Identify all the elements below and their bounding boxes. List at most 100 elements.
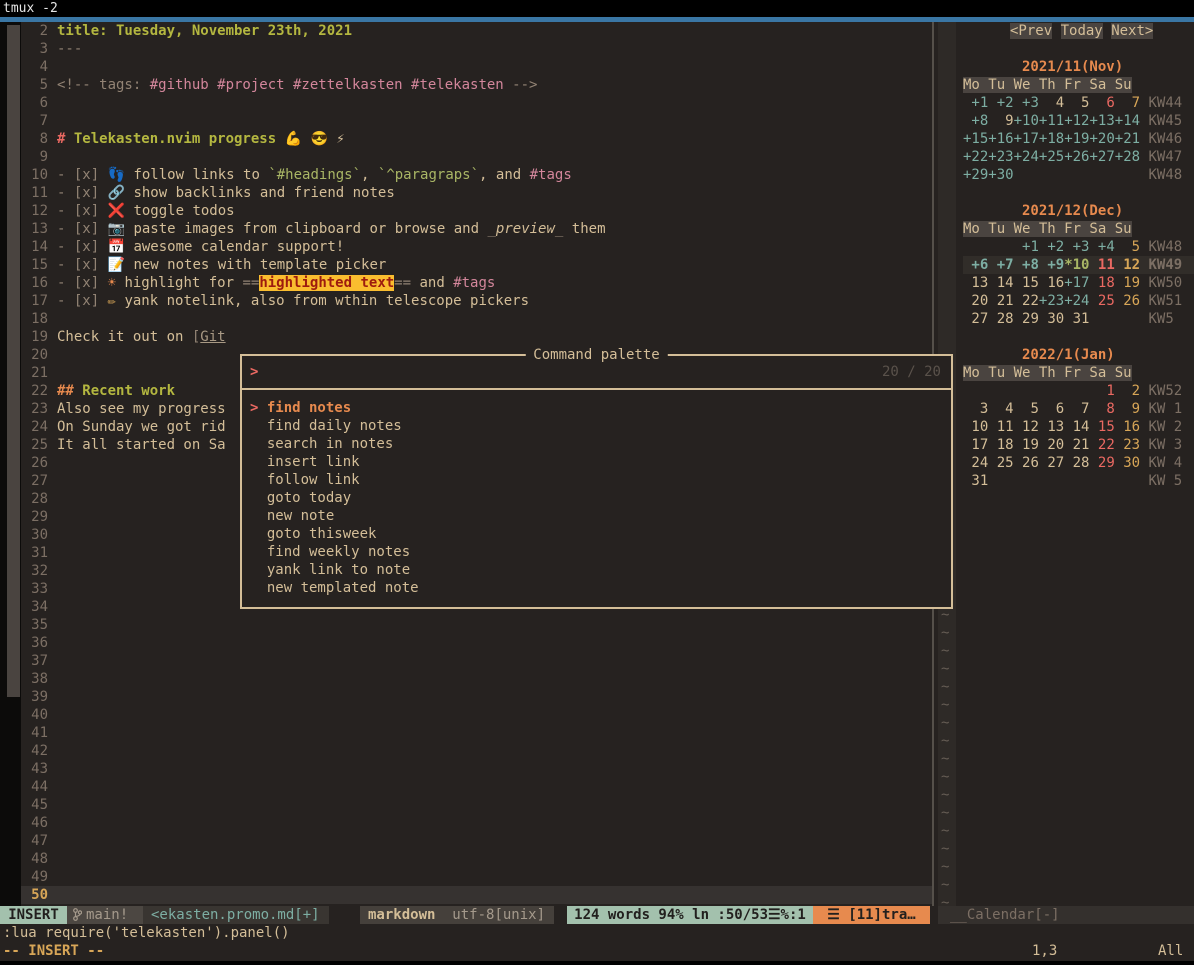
editor-line[interactable]: 2title: Tuesday, November 23th, 2021 bbox=[21, 22, 932, 40]
editor-line[interactable]: 16- [x] ☀ highlight for ==highlighted te… bbox=[21, 274, 932, 292]
calendar-day[interactable]: 18 bbox=[988, 437, 1013, 453]
calendar-day[interactable]: 29 bbox=[1014, 311, 1039, 327]
command-line[interactable]: :lua require('telekasten').panel() bbox=[3, 924, 290, 942]
editor-line[interactable]: 46 bbox=[21, 814, 932, 832]
calendar-day[interactable]: +13 bbox=[1089, 113, 1114, 129]
calendar-day[interactable]: 20 bbox=[963, 293, 988, 309]
calendar-day[interactable]: *10 bbox=[1064, 257, 1089, 273]
calendar-day[interactable]: +3 bbox=[1064, 239, 1089, 255]
calendar-day[interactable]: +20 bbox=[1089, 131, 1114, 147]
calendar-day[interactable]: 4 bbox=[988, 401, 1013, 417]
editor-line[interactable]: 45 bbox=[21, 796, 932, 814]
calendar-day[interactable]: 5 bbox=[1115, 239, 1140, 255]
scrollbar-track[interactable] bbox=[0, 22, 21, 906]
calendar-day[interactable]: 27 bbox=[1039, 455, 1064, 471]
calendar-day[interactable]: 24 bbox=[963, 455, 988, 471]
calendar-day[interactable]: 25 bbox=[988, 455, 1013, 471]
calendar-day[interactable]: 17 bbox=[963, 437, 988, 453]
calendar-day[interactable]: +24 bbox=[1014, 149, 1039, 165]
editor-line[interactable]: 18 bbox=[21, 310, 932, 328]
calendar-day[interactable]: 16 bbox=[1039, 275, 1064, 291]
calendar-day[interactable]: +15 bbox=[963, 131, 988, 147]
calendar-day[interactable]: 5 bbox=[1014, 401, 1039, 417]
calendar-day[interactable]: +23 bbox=[1039, 293, 1064, 309]
editor-line[interactable]: 4 bbox=[21, 58, 932, 76]
calendar-day[interactable]: 4 bbox=[1039, 95, 1064, 111]
editor-line[interactable]: 37 bbox=[21, 652, 932, 670]
editor-line[interactable]: 11- [x] 🔗 show backlinks and friend note… bbox=[21, 184, 932, 202]
calendar-day[interactable]: +29 bbox=[963, 167, 988, 183]
editor-line[interactable]: 3--- bbox=[21, 40, 932, 58]
calendar-day[interactable]: +28 bbox=[1115, 149, 1140, 165]
palette-item[interactable]: > find notes bbox=[250, 399, 943, 417]
editor-line[interactable]: 9 bbox=[21, 148, 932, 166]
editor-line[interactable]: 10- [x] 👣 follow links to `#headings`, `… bbox=[21, 166, 932, 184]
editor-line[interactable]: 41 bbox=[21, 724, 932, 742]
palette-item[interactable]: find weekly notes bbox=[250, 543, 943, 561]
calendar-day[interactable]: 23 bbox=[1115, 437, 1140, 453]
calendar-next-button[interactable]: Next> bbox=[1111, 23, 1153, 39]
calendar-day[interactable]: +4 bbox=[1089, 239, 1114, 255]
calendar-day[interactable]: 7 bbox=[1115, 95, 1140, 111]
editor-line[interactable]: 36 bbox=[21, 634, 932, 652]
calendar-day[interactable]: 19 bbox=[1014, 437, 1039, 453]
editor-line[interactable]: 5<!-- tags: #github #project #zettelkast… bbox=[21, 76, 932, 94]
calendar-day[interactable]: 31 bbox=[963, 473, 988, 489]
calendar-day[interactable]: 9 bbox=[1115, 401, 1140, 417]
palette-item[interactable]: insert link bbox=[250, 453, 943, 471]
editor-line[interactable]: 47 bbox=[21, 832, 932, 850]
calendar-day[interactable]: +8 bbox=[1014, 257, 1039, 273]
calendar-day[interactable]: 12 bbox=[1014, 419, 1039, 435]
calendar-day[interactable]: +6 bbox=[963, 257, 988, 273]
calendar-day[interactable]: +30 bbox=[988, 167, 1013, 183]
calendar-day[interactable]: +25 bbox=[1039, 149, 1064, 165]
editor-line[interactable]: 17- [x] ✏ yank notelink, also from wthin… bbox=[21, 292, 932, 310]
calendar-day[interactable]: 7 bbox=[1064, 401, 1089, 417]
palette-item[interactable]: search in notes bbox=[250, 435, 943, 453]
calendar-day[interactable]: 12 bbox=[1115, 257, 1140, 273]
calendar-day[interactable]: 10 bbox=[963, 419, 988, 435]
calendar-day[interactable]: 25 bbox=[1089, 293, 1114, 309]
palette-item[interactable]: find daily notes bbox=[250, 417, 943, 435]
calendar-day[interactable]: 30 bbox=[1115, 455, 1140, 471]
editor-line[interactable]: 40 bbox=[21, 706, 932, 724]
editor-line[interactable]: 48 bbox=[21, 850, 932, 868]
palette-item[interactable]: goto thisweek bbox=[250, 525, 943, 543]
calendar-day[interactable]: 3 bbox=[963, 401, 988, 417]
buffer-segment[interactable]: ☰ [11]tra… bbox=[813, 906, 930, 924]
calendar-prev-button[interactable]: <Prev bbox=[1010, 23, 1052, 39]
calendar-today-button[interactable]: Today bbox=[1061, 23, 1103, 39]
calendar-day[interactable]: 11 bbox=[988, 419, 1013, 435]
calendar-day[interactable]: 29 bbox=[1089, 455, 1114, 471]
calendar-day[interactable]: 1 bbox=[1089, 383, 1114, 399]
calendar-day[interactable]: 9 bbox=[988, 113, 1013, 129]
calendar-day[interactable]: +2 bbox=[988, 95, 1013, 111]
calendar-day[interactable]: 14 bbox=[1064, 419, 1089, 435]
calendar-day[interactable]: 8 bbox=[1089, 401, 1114, 417]
calendar-day[interactable]: +21 bbox=[1115, 131, 1140, 147]
editor-line[interactable]: 14- [x] 📅 awesome calendar support! bbox=[21, 238, 932, 256]
calendar-day[interactable]: 28 bbox=[1064, 455, 1089, 471]
editor-line[interactable]: 44 bbox=[21, 778, 932, 796]
editor-line[interactable]: 50 bbox=[21, 886, 932, 904]
calendar-day[interactable]: +18 bbox=[1039, 131, 1064, 147]
calendar-day[interactable]: 2 bbox=[1115, 383, 1140, 399]
calendar-day[interactable]: +27 bbox=[1089, 149, 1114, 165]
calendar-day[interactable]: +2 bbox=[1039, 239, 1064, 255]
editor-line[interactable]: 35 bbox=[21, 616, 932, 634]
calendar-day[interactable]: +17 bbox=[1014, 131, 1039, 147]
calendar-day[interactable]: +12 bbox=[1064, 113, 1089, 129]
palette-item[interactable]: new note bbox=[250, 507, 943, 525]
calendar-day[interactable]: +1 bbox=[1014, 239, 1039, 255]
calendar-day[interactable]: 18 bbox=[1089, 275, 1114, 291]
calendar-day[interactable]: 27 bbox=[963, 311, 988, 327]
calendar-day[interactable]: +11 bbox=[1039, 113, 1064, 129]
editor-line[interactable]: 8# Telekasten.nvim progress 💪 😎 ⚡ bbox=[21, 130, 932, 148]
editor-line[interactable]: 13- [x] 📷 paste images from clipboard or… bbox=[21, 220, 932, 238]
calendar-day[interactable]: +19 bbox=[1064, 131, 1089, 147]
calendar-day[interactable]: +22 bbox=[963, 149, 988, 165]
calendar-day[interactable]: 6 bbox=[1089, 95, 1114, 111]
calendar-day[interactable]: 13 bbox=[1039, 419, 1064, 435]
calendar-day[interactable]: 26 bbox=[1115, 293, 1140, 309]
calendar-day[interactable]: 31 bbox=[1064, 311, 1089, 327]
